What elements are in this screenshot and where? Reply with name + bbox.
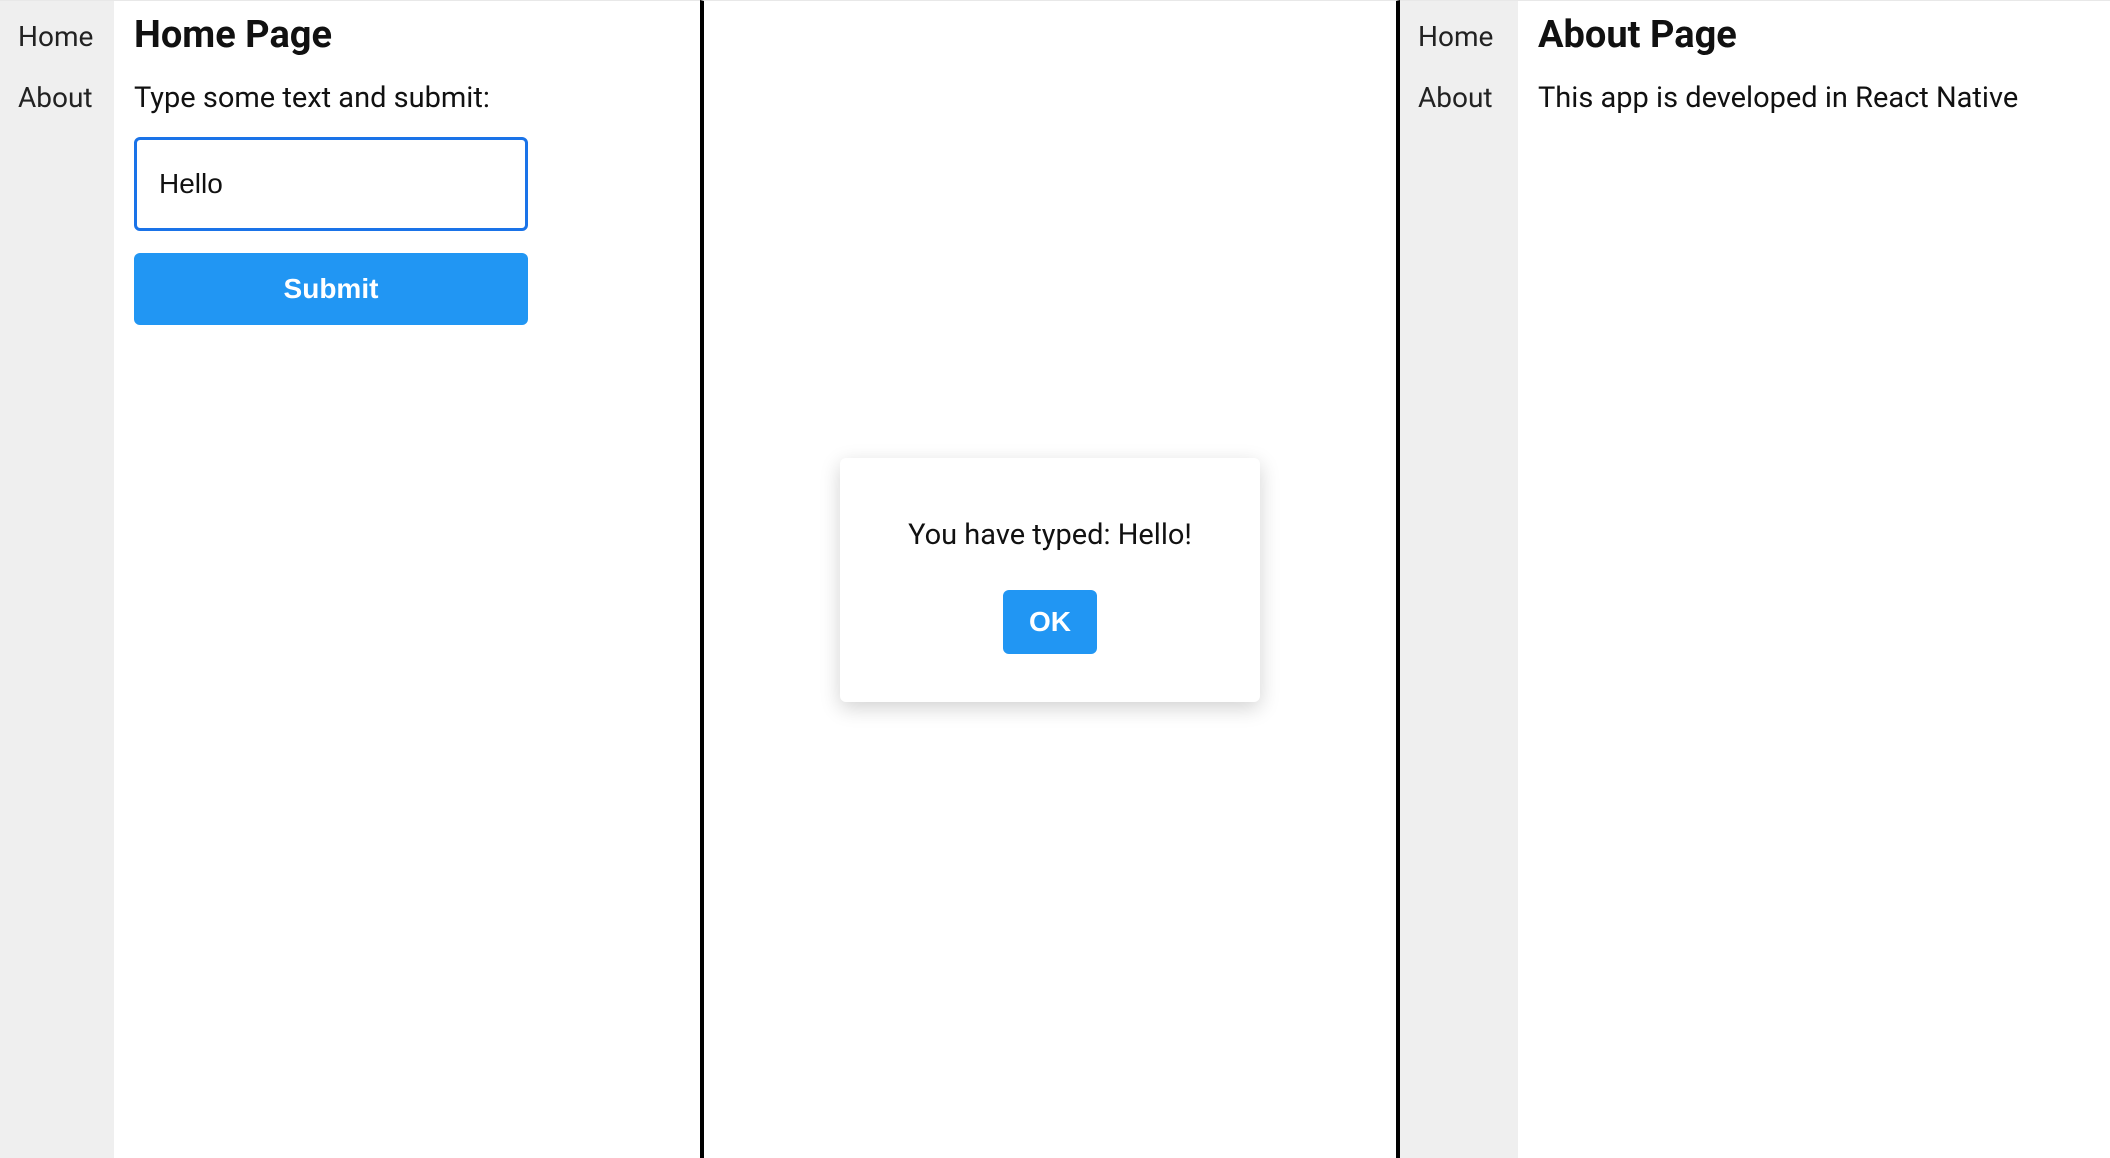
sidebar: Home About [1400, 1, 1518, 1158]
sidebar: Home About [0, 1, 114, 1158]
about-content: About Page This app is developed in Reac… [1518, 1, 2110, 1158]
app-panels: Home About Home Page Type some text and … [0, 0, 2110, 1158]
panel-about: Home About About Page This app is develo… [1400, 0, 2110, 1158]
sidebar-item-about[interactable]: About [0, 68, 114, 129]
ok-button[interactable]: OK [1003, 590, 1097, 654]
submit-button[interactable]: Submit [134, 253, 528, 325]
page-title: Home Page [134, 13, 680, 57]
text-input[interactable] [134, 137, 528, 231]
panel-dialog: You have typed: Hello! OK [700, 0, 1400, 1158]
home-content: Home Page Type some text and submit: Sub… [114, 1, 700, 1158]
panel-home: Home About Home Page Type some text and … [0, 0, 700, 1158]
sidebar-item-home[interactable]: Home [1400, 7, 1518, 68]
sidebar-item-home[interactable]: Home [0, 7, 114, 68]
about-body-text: This app is developed in React Native [1538, 81, 2090, 115]
dialog-message: You have typed: Hello! [908, 518, 1192, 552]
page-title: About Page [1538, 13, 2090, 57]
sidebar-item-about[interactable]: About [1400, 68, 1518, 129]
prompt-text: Type some text and submit: [134, 81, 680, 115]
alert-dialog: You have typed: Hello! OK [840, 458, 1260, 702]
dialog-overlay: You have typed: Hello! OK [704, 1, 1396, 1158]
